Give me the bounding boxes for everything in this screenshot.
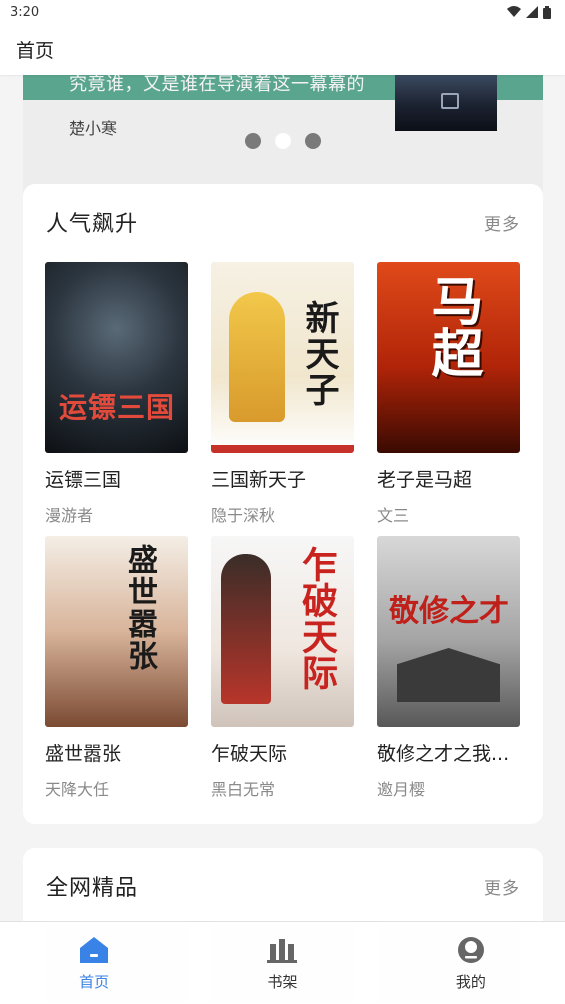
book-author: 隐于深秋 (211, 506, 276, 525)
book-card[interactable]: 乍破天际 乍破天际 黑白无常 (211, 536, 354, 800)
nav-item-home[interactable]: 首页 (0, 922, 188, 1004)
book-author: 天降大任 (45, 780, 110, 799)
book-cover[interactable]: 马超 (377, 262, 520, 453)
cover-title: 敬修之才 (389, 594, 509, 629)
carousel-dot[interactable] (305, 133, 321, 149)
profile-icon (456, 935, 486, 965)
book-card[interactable]: 马超 老子是马超 文三 (377, 262, 520, 526)
book-title: 乍破天际 (211, 743, 288, 765)
nav-label: 首页 (79, 972, 110, 991)
nav-item-bookshelf[interactable]: 书架 (188, 922, 376, 1004)
nav-label: 我的 (455, 972, 486, 991)
book-title: 老子是马超 (377, 469, 473, 491)
book-title: 敬修之才之我... (377, 743, 510, 765)
banner-cover-image[interactable] (395, 75, 497, 131)
cover-title: 运镖三国 (59, 391, 176, 424)
book-card[interactable]: 运镖三国 运镖三国 漫游者 (45, 262, 188, 526)
cover-title: 新天子 (299, 300, 339, 408)
battery-icon (543, 5, 551, 19)
popular-header: 人气飙升 更多 (46, 206, 520, 238)
wifi-icon (507, 6, 521, 17)
book-cover[interactable]: 新天子 (211, 262, 354, 453)
book-card[interactable]: 新天子 三国新天子 隐于深秋 (211, 262, 354, 526)
cover-palace (397, 648, 500, 702)
signal-icon (526, 6, 538, 18)
popular-section: 人气飙升 更多 运镖三国 运镖三国 漫游者 新天子 三国新天子 隐于深秋 马超 … (23, 184, 543, 824)
book-author: 邀月樱 (377, 780, 426, 799)
book-author: 黑白无常 (211, 780, 276, 799)
status-bar: 3:20 (0, 0, 565, 24)
app-bar: 首页 (0, 24, 565, 75)
cover-title: 马超 (422, 274, 483, 378)
book-cover[interactable]: 敬修之才 (377, 536, 520, 727)
premium-header: 全网精品 更多 (46, 870, 520, 902)
banner-text: 究竟谁，又是谁在导演着这一幕幕的 (69, 75, 365, 95)
page-title: 首页 (16, 40, 55, 62)
book-cover[interactable]: 运镖三国 (45, 262, 188, 453)
premium-section: 全网精品 更多 (23, 848, 543, 921)
book-author: 漫游者 (45, 506, 94, 525)
book-title: 运镖三国 (45, 469, 122, 491)
carousel-dot-active[interactable] (275, 133, 291, 149)
cover-figure (221, 554, 271, 704)
book-author: 文三 (377, 506, 410, 525)
more-link[interactable]: 更多 (484, 210, 520, 235)
nav-label: 书架 (267, 972, 298, 991)
book-cover[interactable]: 盛世嚣张 (45, 536, 188, 727)
home-icon (79, 935, 109, 965)
carousel-dots (23, 133, 543, 149)
cover-stripe (211, 445, 354, 453)
book-title: 盛世嚣张 (45, 743, 122, 765)
bookshelf-icon (267, 935, 298, 965)
book-card[interactable]: 盛世嚣张 盛世嚣张 天降大任 (45, 536, 188, 800)
carousel-dot[interactable] (245, 133, 261, 149)
book-cover[interactable]: 乍破天际 (211, 536, 354, 727)
home-scroll[interactable]: 究竟谁，又是谁在导演着这一幕幕的 楚小寒 人气飙升 更多 运镖三国 运镖三国 漫… (0, 75, 565, 921)
section-title: 全网精品 (46, 876, 139, 901)
cover-title: 盛世嚣张 (122, 544, 157, 672)
nav-item-profile[interactable]: 我的 (377, 922, 565, 1004)
status-time: 3:20 (10, 4, 40, 20)
section-title: 人气飙升 (46, 212, 139, 237)
more-link[interactable]: 更多 (484, 874, 520, 899)
book-title: 三国新天子 (211, 469, 307, 491)
status-icons (507, 5, 551, 19)
bottom-nav: 首页 书架 我的 (0, 921, 565, 1004)
cover-figure (229, 292, 285, 422)
cover-title: 乍破天际 (296, 546, 338, 690)
book-card[interactable]: 敬修之才 敬修之才之我... 邀月樱 (377, 536, 520, 800)
